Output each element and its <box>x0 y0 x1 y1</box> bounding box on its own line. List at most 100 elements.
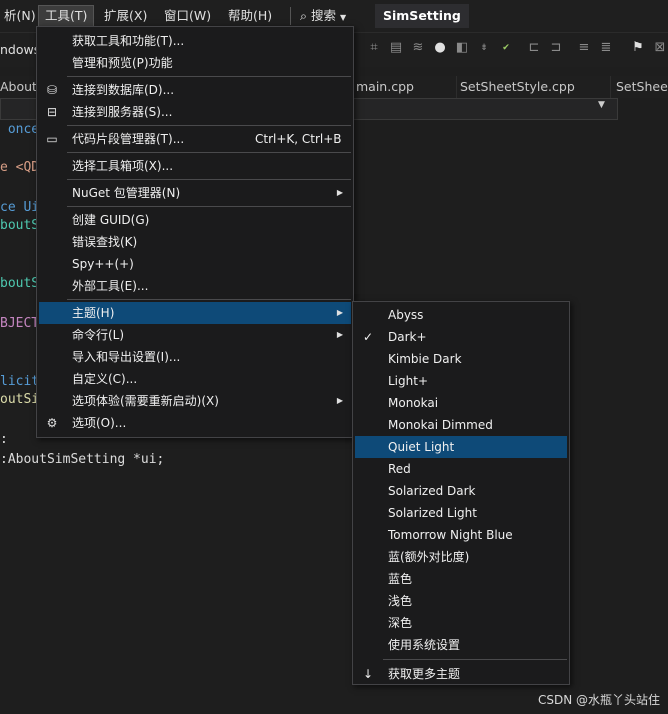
menu-item-label: 主题(H) <box>72 306 115 320</box>
search-icon: ⌕ <box>300 8 308 23</box>
checkmark-icon: ✓ <box>363 330 374 344</box>
toolbar-icon[interactable]: ⊐ <box>548 40 564 56</box>
menu-item-label: 选项体验(需要重新启动)(X) <box>72 394 219 408</box>
toolbar-icon[interactable]: ⊠ <box>652 40 668 56</box>
search-button[interactable]: ⌕ 搜索 ▼ <box>292 5 346 27</box>
tools-menu-item[interactable]: 自定义(C)... <box>39 368 351 390</box>
tools-menu-item[interactable]: 错误查找(K) <box>39 231 351 253</box>
menu-help[interactable]: 帮助(H) <box>222 5 278 27</box>
menu-tools[interactable]: 工具(T) <box>38 5 95 27</box>
divider <box>290 7 291 25</box>
code-line: :AboutSimSetting *ui; <box>0 452 165 467</box>
submenu-arrow-icon: ▶ <box>336 330 343 339</box>
toolbar-icon[interactable]: ⇟ <box>476 40 492 56</box>
menu-extensions[interactable]: 扩展(X) <box>98 5 153 27</box>
menu-item-label: Dark+ <box>388 330 427 344</box>
tools-menu-item[interactable]: 选择工具箱项(X)... <box>39 155 351 177</box>
bookmark-icon[interactable]: ⚑ <box>630 40 646 56</box>
theme-menu-item[interactable]: Light+ <box>355 370 567 392</box>
theme-menu-item[interactable]: 蓝(额外对比度) <box>355 546 567 568</box>
menu-item-label: Tomorrow Night Blue <box>388 528 513 542</box>
menu-item-label: Solarized Light <box>388 506 477 520</box>
theme-menu-item[interactable]: Kimbie Dark <box>355 348 567 370</box>
menu-item-label: 获取更多主题 <box>388 667 461 681</box>
menu-item-label: 获取工具和功能(T)... <box>72 34 185 48</box>
db-connect-icon: ⛁ <box>46 83 58 97</box>
tools-menu-item[interactable]: 创建 GUID(G) <box>39 209 351 231</box>
menu-item-shortcut: Ctrl+K, Ctrl+B <box>255 132 342 146</box>
toolbar-icon[interactable]: ▤ <box>388 40 404 56</box>
theme-menu-item[interactable]: Monokai Dimmed <box>355 414 567 436</box>
search-label: 搜索 <box>311 8 337 23</box>
code-line: BJECT <box>0 316 40 331</box>
menu-item-label: Solarized Dark <box>388 484 476 498</box>
menu-item-label: 自定义(C)... <box>72 372 138 386</box>
tools-menu-item[interactable]: ⊟ 连接到服务器(S)... <box>39 101 351 123</box>
theme-menu-item[interactable]: Red <box>355 458 567 480</box>
tools-menu-item[interactable]: Spy++(+) <box>39 253 351 275</box>
tools-menu-item[interactable]: 导入和导出设置(I)... <box>39 346 351 368</box>
theme-menu-item[interactable]: Abyss <box>355 304 567 326</box>
tools-menu-item[interactable]: 主题(H) ▶ <box>39 302 351 324</box>
menu-item-label: 命令行(L) <box>72 328 125 342</box>
theme-menu-item[interactable]: Quiet Light <box>355 436 567 458</box>
theme-menu-item[interactable]: 浅色 <box>355 590 567 612</box>
menu-item-label: 连接到数据库(D)... <box>72 83 175 97</box>
toolbar-icon[interactable]: ≡ <box>576 40 592 56</box>
tools-menu-item[interactable]: 选项体验(需要重新启动)(X) ▶ <box>39 390 351 412</box>
theme-menu-item[interactable]: 使用系统设置 <box>355 634 567 656</box>
tab-setsheetstyle-cpp[interactable]: SetSheetStyle.cpp <box>454 76 611 98</box>
menu-item-label: Kimbie Dark <box>388 352 462 366</box>
tools-menu-item[interactable]: ⚙ 选项(O)... <box>39 412 351 434</box>
tab-main-cpp[interactable]: main.cpp <box>350 76 457 98</box>
theme-menu-item[interactable]: Monokai <box>355 392 567 414</box>
menu-separator <box>67 152 351 153</box>
menu-analyze[interactable]: 析(N) <box>0 5 42 27</box>
code-line: licit <box>0 374 40 389</box>
toolbar-icon[interactable]: ≣ <box>598 40 614 56</box>
theme-menu-item[interactable]: ✓ Dark+ <box>355 326 567 348</box>
menu-item-label: 使用系统设置 <box>388 638 461 652</box>
chevron-down-icon: ▼ <box>340 13 347 22</box>
menu-window[interactable]: 窗口(W) <box>158 5 217 27</box>
spellcheck-icon[interactable]: ✔ <box>498 40 514 56</box>
watermark: CSDN @水瓶丫头站住 <box>537 693 660 707</box>
tools-menu-item[interactable]: 命令行(L) ▶ <box>39 324 351 346</box>
toolbar-icon[interactable]: ≋ <box>410 40 426 56</box>
tools-menu: 获取工具和功能(T)... 管理和预览(P)功能 ⛁ 连接到数据库(D)... ⊟ 连接到… <box>36 26 354 438</box>
menu-item-label: 选择工具箱项(X)... <box>72 159 174 173</box>
download-arrow-icon: ↓ <box>363 667 374 681</box>
tools-menu-item[interactable]: 外部工具(E)... <box>39 275 351 297</box>
chevron-down-icon[interactable]: ▼ <box>598 100 605 110</box>
toolbar-icon[interactable]: ⌗ <box>366 40 382 56</box>
tools-menu-item[interactable]: 获取工具和功能(T)... <box>39 30 351 52</box>
toolbar-icon[interactable]: ⊏ <box>526 40 542 56</box>
toolbar-icon[interactable]: ◧ <box>454 40 470 56</box>
theme-menu-item[interactable]: 深色 <box>355 612 567 634</box>
tools-menu-item[interactable]: 管理和预览(P)功能 <box>39 52 351 74</box>
gear-icon: ⚙ <box>46 416 58 430</box>
tools-menu-item[interactable]: ▭ 代码片段管理器(T)... Ctrl+K, Ctrl+B <box>39 128 351 150</box>
theme-menu-item[interactable]: Tomorrow Night Blue <box>355 524 567 546</box>
tools-menu-item[interactable]: ⛁ 连接到数据库(D)... <box>39 79 351 101</box>
theme-menu-item[interactable]: 蓝色 <box>355 568 567 590</box>
toolbar-label[interactable]: ndows <box>0 42 40 57</box>
theme-submenu: Abyss ✓ Dark+ Kimbie Dark Light+ Monokai Monok… <box>352 301 570 685</box>
menu-item-label: 深色 <box>388 616 413 630</box>
code-line: outSi <box>0 392 40 407</box>
menu-item-label: Light+ <box>388 374 429 388</box>
toolbar-icon[interactable]: ● <box>432 40 448 56</box>
menu-item-label: 蓝(额外对比度) <box>388 550 470 564</box>
solution-title: SimSetting <box>375 4 469 28</box>
menu-item-label: 蓝色 <box>388 572 413 586</box>
code-line: boutS <box>0 218 40 233</box>
tools-menu-item[interactable]: NuGet 包管理器(N) ▶ <box>39 182 351 204</box>
menu-item-label: Monokai <box>388 396 439 410</box>
menu-item-label: 外部工具(E)... <box>72 279 149 293</box>
submenu-arrow-icon: ▶ <box>336 188 343 197</box>
theme-menu-item[interactable]: Solarized Dark <box>355 480 567 502</box>
tab-setsheet[interactable]: SetSheet <box>610 76 668 98</box>
theme-menu-item[interactable]: Solarized Light <box>355 502 567 524</box>
get-more-themes-item[interactable]: ↓ 获取更多主题 <box>355 663 567 685</box>
menu-item-label: 错误查找(K) <box>72 235 138 249</box>
